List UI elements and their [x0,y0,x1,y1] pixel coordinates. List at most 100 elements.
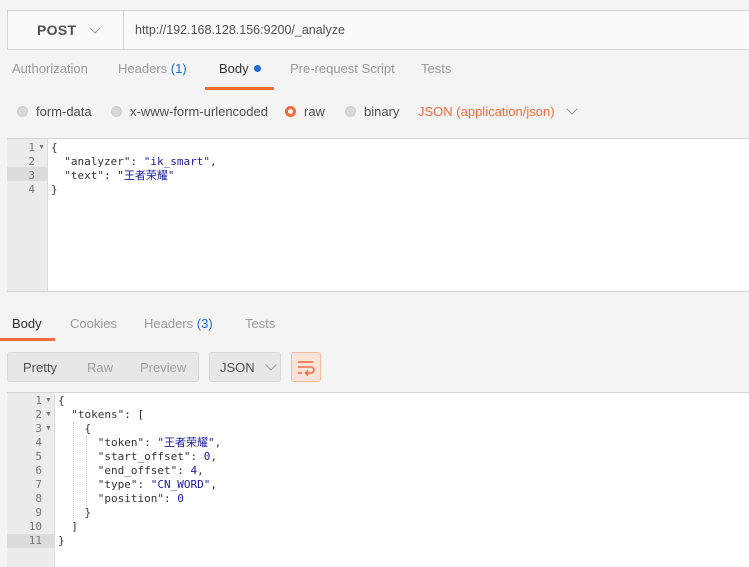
code-line: { [58,422,92,435]
fold-arrow-icon[interactable]: ▼ [38,141,45,155]
code-line: "token": "王者荣耀", [97,436,222,449]
response-tab-cookies-label: Cookies [70,316,117,331]
json-number: 0 [177,492,184,505]
radio-urlencoded[interactable]: x-www-form-urlencoded [111,104,268,119]
code-line: } [58,506,92,519]
tab-prerequest-label: Pre-request Script [290,61,395,76]
response-tab-cookies[interactable]: Cookies [70,316,117,331]
fold-arrow-icon[interactable]: ▼ [45,394,52,408]
radio-raw[interactable]: raw [285,104,325,119]
body-mode-options: form-data x-www-form-urlencoded raw bina… [0,102,749,124]
code-line: "start_offset": 0, [97,450,217,463]
response-body-viewer[interactable]: 1 2 3 4 5 6 7 8 9 10 11 ▼ ▼ ▼ { "tokens": [ { "tok… [7,392,749,567]
code-line: "analyzer": "ik_smart", [64,155,217,168]
line-number: 1 [35,394,42,407]
json-string: "CN_WORD" [150,478,211,491]
code-line: { [58,394,65,407]
code-line: } [51,183,58,196]
active-tab-underline [205,87,274,90]
code-line: "text": "王者荣耀" [64,169,175,182]
response-active-tab-underline [0,338,55,341]
json-key: "analyzer" [64,155,131,168]
code-line: "end_offset": 4, [97,464,204,477]
fold-arrow-icon[interactable]: ▼ [45,408,52,422]
radio-binary-label: binary [364,104,400,119]
radio-circle-icon [345,106,356,117]
body-modified-dot-icon [253,65,261,72]
wrap-lines-icon [298,361,315,377]
line-number: 11 [28,534,42,547]
chevron-down-icon [89,21,101,34]
code-line: "type": "CN_WORD", [97,478,217,491]
radio-urlencoded-label: x-www-form-urlencoded [130,104,268,119]
request-body-editor[interactable]: 1234 ▼ { "analyzer": "ik_smart", "text":… [7,138,749,292]
line-number: 3 [28,169,35,182]
line-number: 2 [35,408,42,421]
radio-form-data-label: form-data [36,104,92,119]
view-pretty-button[interactable]: Pretty [23,360,57,375]
tab-headers-label: Headers [118,61,168,76]
response-tab-headers-label: Headers [144,316,194,331]
json-key: "type" [97,478,138,491]
view-preview-button[interactable]: Preview [140,360,186,375]
tab-authorization[interactable]: Authorization [12,61,88,89]
json-key: "token" [97,436,145,449]
content-type-label: JSON (application/json) [418,104,555,119]
tab-headers[interactable]: Headers (1) [118,61,187,89]
radio-binary[interactable]: binary [345,104,399,119]
json-key: "end_offset" [97,464,178,477]
line-number: 1 [28,141,35,154]
tab-tests[interactable]: Tests [421,61,451,89]
tab-body[interactable]: Body [219,61,261,89]
json-string: "王者荣耀" [117,169,175,182]
radio-circle-icon [111,106,122,117]
tab-body-label: Body [219,61,249,76]
format-label: JSON [220,359,255,375]
line-number: 2 [28,155,35,168]
code-line: ] [58,520,78,533]
line-number: 8 [35,492,42,505]
json-key: "start_offset" [97,450,191,463]
radio-selected-icon [285,106,296,117]
tab-tests-label: Tests [421,61,452,76]
radio-raw-label: raw [304,104,325,119]
fold-arrow-icon[interactable]: ▼ [45,422,52,436]
response-tab-headers[interactable]: Headers (3) [144,316,213,331]
view-raw-button[interactable]: Raw [87,360,113,375]
response-tab-tests[interactable]: Tests [245,316,275,331]
tab-authorization-label: Authorization [12,61,88,76]
view-mode-segmented: Pretty Raw Preview [7,352,199,382]
code-line: } [58,534,65,547]
json-key: "tokens" [71,408,125,421]
code-line: { [51,141,58,154]
line-number: 7 [35,478,42,491]
line-number: 6 [35,464,42,477]
json-key: "position" [97,492,164,505]
json-string: "ik_smart" [143,155,210,168]
wrap-lines-button[interactable] [291,352,321,382]
url-bar: POST [7,10,749,50]
line-number: 5 [35,450,42,463]
json-string: "王者荣耀" [157,436,215,449]
line-number: 3 [35,422,42,435]
chevron-down-icon [565,103,578,115]
line-number: 4 [28,183,35,196]
response-tab-body-label: Body [12,316,42,331]
method-dropdown[interactable]: POST [8,11,124,49]
format-dropdown[interactable]: JSON [209,352,281,382]
url-input[interactable] [125,11,749,49]
line-number: 10 [28,520,42,533]
response-tab-tests-label: Tests [245,316,276,331]
line-number: 9 [35,506,42,519]
content-type-dropdown[interactable]: JSON (application/json) [418,103,578,119]
radio-circle-icon [17,106,28,117]
json-key: "text" [64,169,104,182]
tab-prerequest-script[interactable]: Pre-request Script [290,61,395,89]
line-number: 4 [35,436,42,449]
radio-form-data[interactable]: form-data [17,104,92,119]
code-line: "position": 0 [97,492,184,505]
method-label: POST [37,22,77,38]
chevron-down-icon [265,358,277,371]
code-line: "tokens": [ [71,408,145,421]
response-tab-body[interactable]: Body [12,316,42,331]
